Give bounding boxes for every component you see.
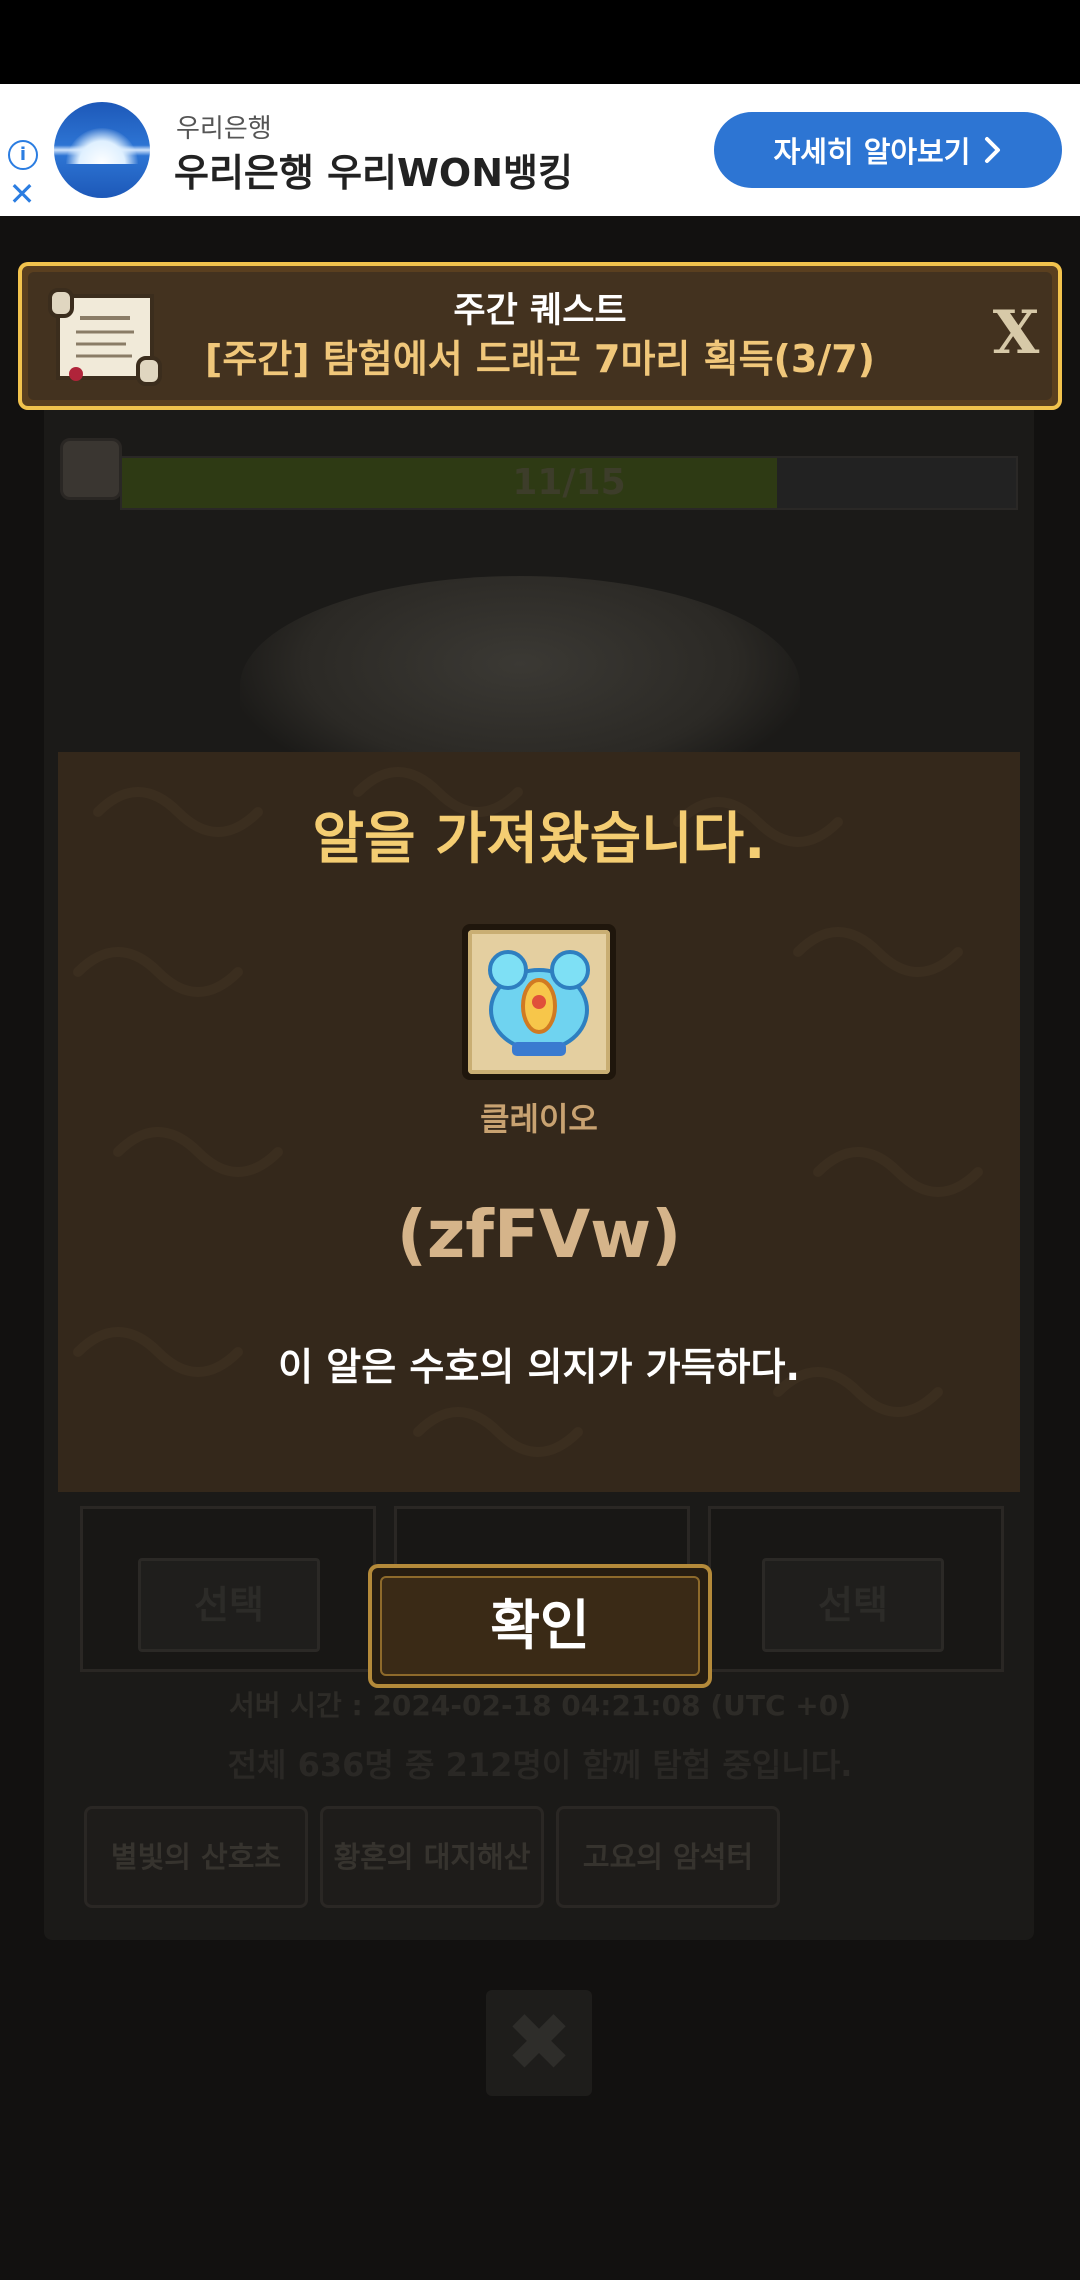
select-button-left[interactable]: 선택 [138, 1558, 320, 1652]
confirm-label: 확인 [380, 1576, 700, 1676]
ad-cta-label: 자세히 알아보기 [773, 135, 971, 169]
ad-title: 우리은행 우리WON뱅킹 [174, 151, 573, 195]
weekly-quest-banner[interactable]: 주간 퀘스트 [주간] 탐험에서 드래곤 7마리 획득(3/7) X [18, 262, 1062, 410]
egg-acquired-dialog: 알을 가져왔습니다. 클레이오 (zfFVw) 이 알은 수호의 의지가 가득하… [58, 752, 1020, 1492]
chevron-right-icon [985, 137, 1001, 163]
egg-icon [488, 950, 590, 1056]
bank-logo [54, 102, 150, 198]
close-icon[interactable]: ✖ [486, 1990, 592, 2096]
item-description: 이 알은 수호의 의지가 가득하다. [278, 1345, 800, 1389]
gear-icon [60, 438, 122, 500]
ad-brand: 우리은행 [176, 114, 272, 144]
quest-description: [주간] 탐험에서 드래곤 7마리 획득(3/7) [204, 337, 876, 381]
area-chip[interactable]: 고요의 암석터 [556, 1806, 780, 1908]
item-frame [462, 924, 616, 1080]
item-code: (zfFVw) [396, 1196, 682, 1273]
confirm-button[interactable]: 확인 [368, 1564, 712, 1688]
close-icon[interactable]: ✕ [6, 178, 38, 210]
area-chip[interactable]: 황혼의 대지해산 [320, 1806, 544, 1908]
close-icon[interactable]: X [986, 298, 1046, 368]
progress-bar: 11/15 [120, 456, 1018, 510]
dialog-title: 알을 가져왔습니다. [312, 807, 766, 872]
item-name: 클레이오 [480, 1100, 598, 1138]
progress-text: 11/15 [512, 462, 626, 503]
select-button-right[interactable]: 선택 [762, 1558, 944, 1652]
server-time: 서버 시간 : 2024-02-18 04:21:08 (UTC +0) [228, 1689, 852, 1722]
status-bar [0, 0, 1080, 84]
info-icon[interactable]: i [8, 140, 38, 170]
area-chip[interactable]: 별빛의 산호초 [84, 1806, 308, 1908]
quest-title: 주간 퀘스트 [453, 291, 627, 331]
ad-cta-button[interactable]: 자세히 알아보기 [714, 112, 1062, 188]
item-card [468, 930, 610, 1074]
player-count: 전체 636명 중 212명이 함께 탐험 중입니다. [227, 1746, 853, 1784]
ad-banner[interactable]: i ✕ 우리은행 우리은행 우리WON뱅킹 자세히 알아보기 [0, 84, 1080, 216]
